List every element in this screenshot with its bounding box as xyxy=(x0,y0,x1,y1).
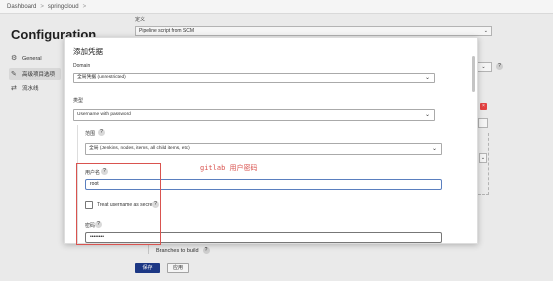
username-input[interactable]: root xyxy=(85,179,442,190)
annotation-text: gitlab 用户密码 xyxy=(200,164,258,172)
scope-label: 范围 xyxy=(85,131,96,137)
dialog-title: 添加凭据 xyxy=(73,47,103,56)
username-label: 用户名 xyxy=(85,170,101,176)
kind-label: 类型 xyxy=(73,98,84,104)
help-icon[interactable]: ? xyxy=(95,221,102,228)
scrollbar[interactable] xyxy=(472,56,475,92)
scope-value: 全局 (Jenkins, nodes, items, all child ite… xyxy=(89,146,190,151)
add-credentials-dialog: 添加凭据 Domain 全局凭据 (unrestricted) ⌄ 类型 Use… xyxy=(64,37,478,244)
kind-select[interactable]: Username with password ⌄ xyxy=(73,109,435,121)
section-indent-line xyxy=(77,125,78,243)
help-icon[interactable]: ? xyxy=(152,201,159,208)
domain-value: 全局凭据 (unrestricted) xyxy=(77,75,126,80)
chevron-down-icon: ⌄ xyxy=(424,112,430,118)
help-icon[interactable]: ? xyxy=(101,168,108,175)
domain-label: Domain xyxy=(73,63,91,69)
treat-username-secret-label: Treat username as secret xyxy=(97,202,154,208)
password-label: 密码 xyxy=(85,223,96,229)
chevron-down-icon: ⌄ xyxy=(424,75,430,81)
help-icon[interactable]: ? xyxy=(98,129,105,136)
scope-select[interactable]: 全局 (Jenkins, nodes, items, all child ite… xyxy=(85,143,442,155)
domain-select[interactable]: 全局凭据 (unrestricted) ⌄ xyxy=(73,73,435,83)
treat-username-secret-checkbox[interactable] xyxy=(85,201,93,209)
kind-value: Username with password xyxy=(77,112,131,117)
chevron-down-icon: ⌄ xyxy=(431,146,437,152)
password-input[interactable]: •••••••• xyxy=(85,232,442,243)
